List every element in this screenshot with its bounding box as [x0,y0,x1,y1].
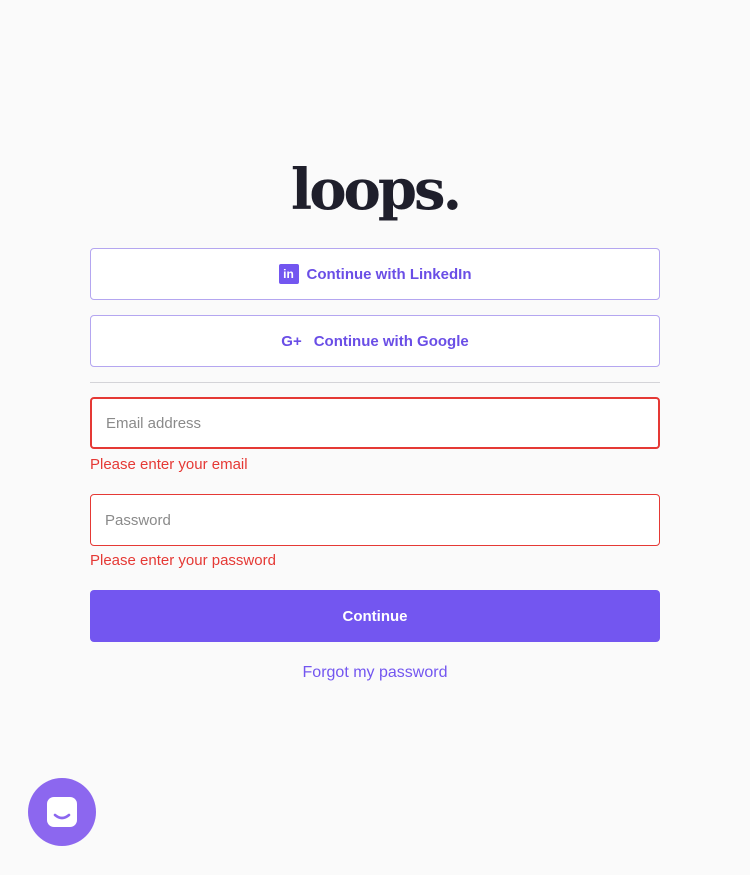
google-login-label: Continue with Google [313,332,469,350]
divider [90,382,660,383]
brand-logo: loops. [290,157,462,223]
continue-button[interactable]: Continue [90,590,660,642]
password-error-message: Please enter your password [90,552,276,569]
google-plus-icon: G+ [281,332,302,350]
password-input[interactable] [90,494,660,546]
chat-icon [47,797,77,827]
linkedin-login-label: Continue with LinkedIn [306,265,472,283]
linkedin-login-button[interactable]: in Continue with LinkedIn [90,248,660,300]
email-input[interactable] [90,397,660,449]
chat-launcher-button[interactable] [28,778,96,846]
forgot-password-link[interactable]: Forgot my password [0,663,750,683]
google-login-button[interactable]: G+ Continue with Google [90,315,660,367]
linkedin-icon: in [278,264,299,284]
email-error-message: Please enter your email [90,456,248,473]
